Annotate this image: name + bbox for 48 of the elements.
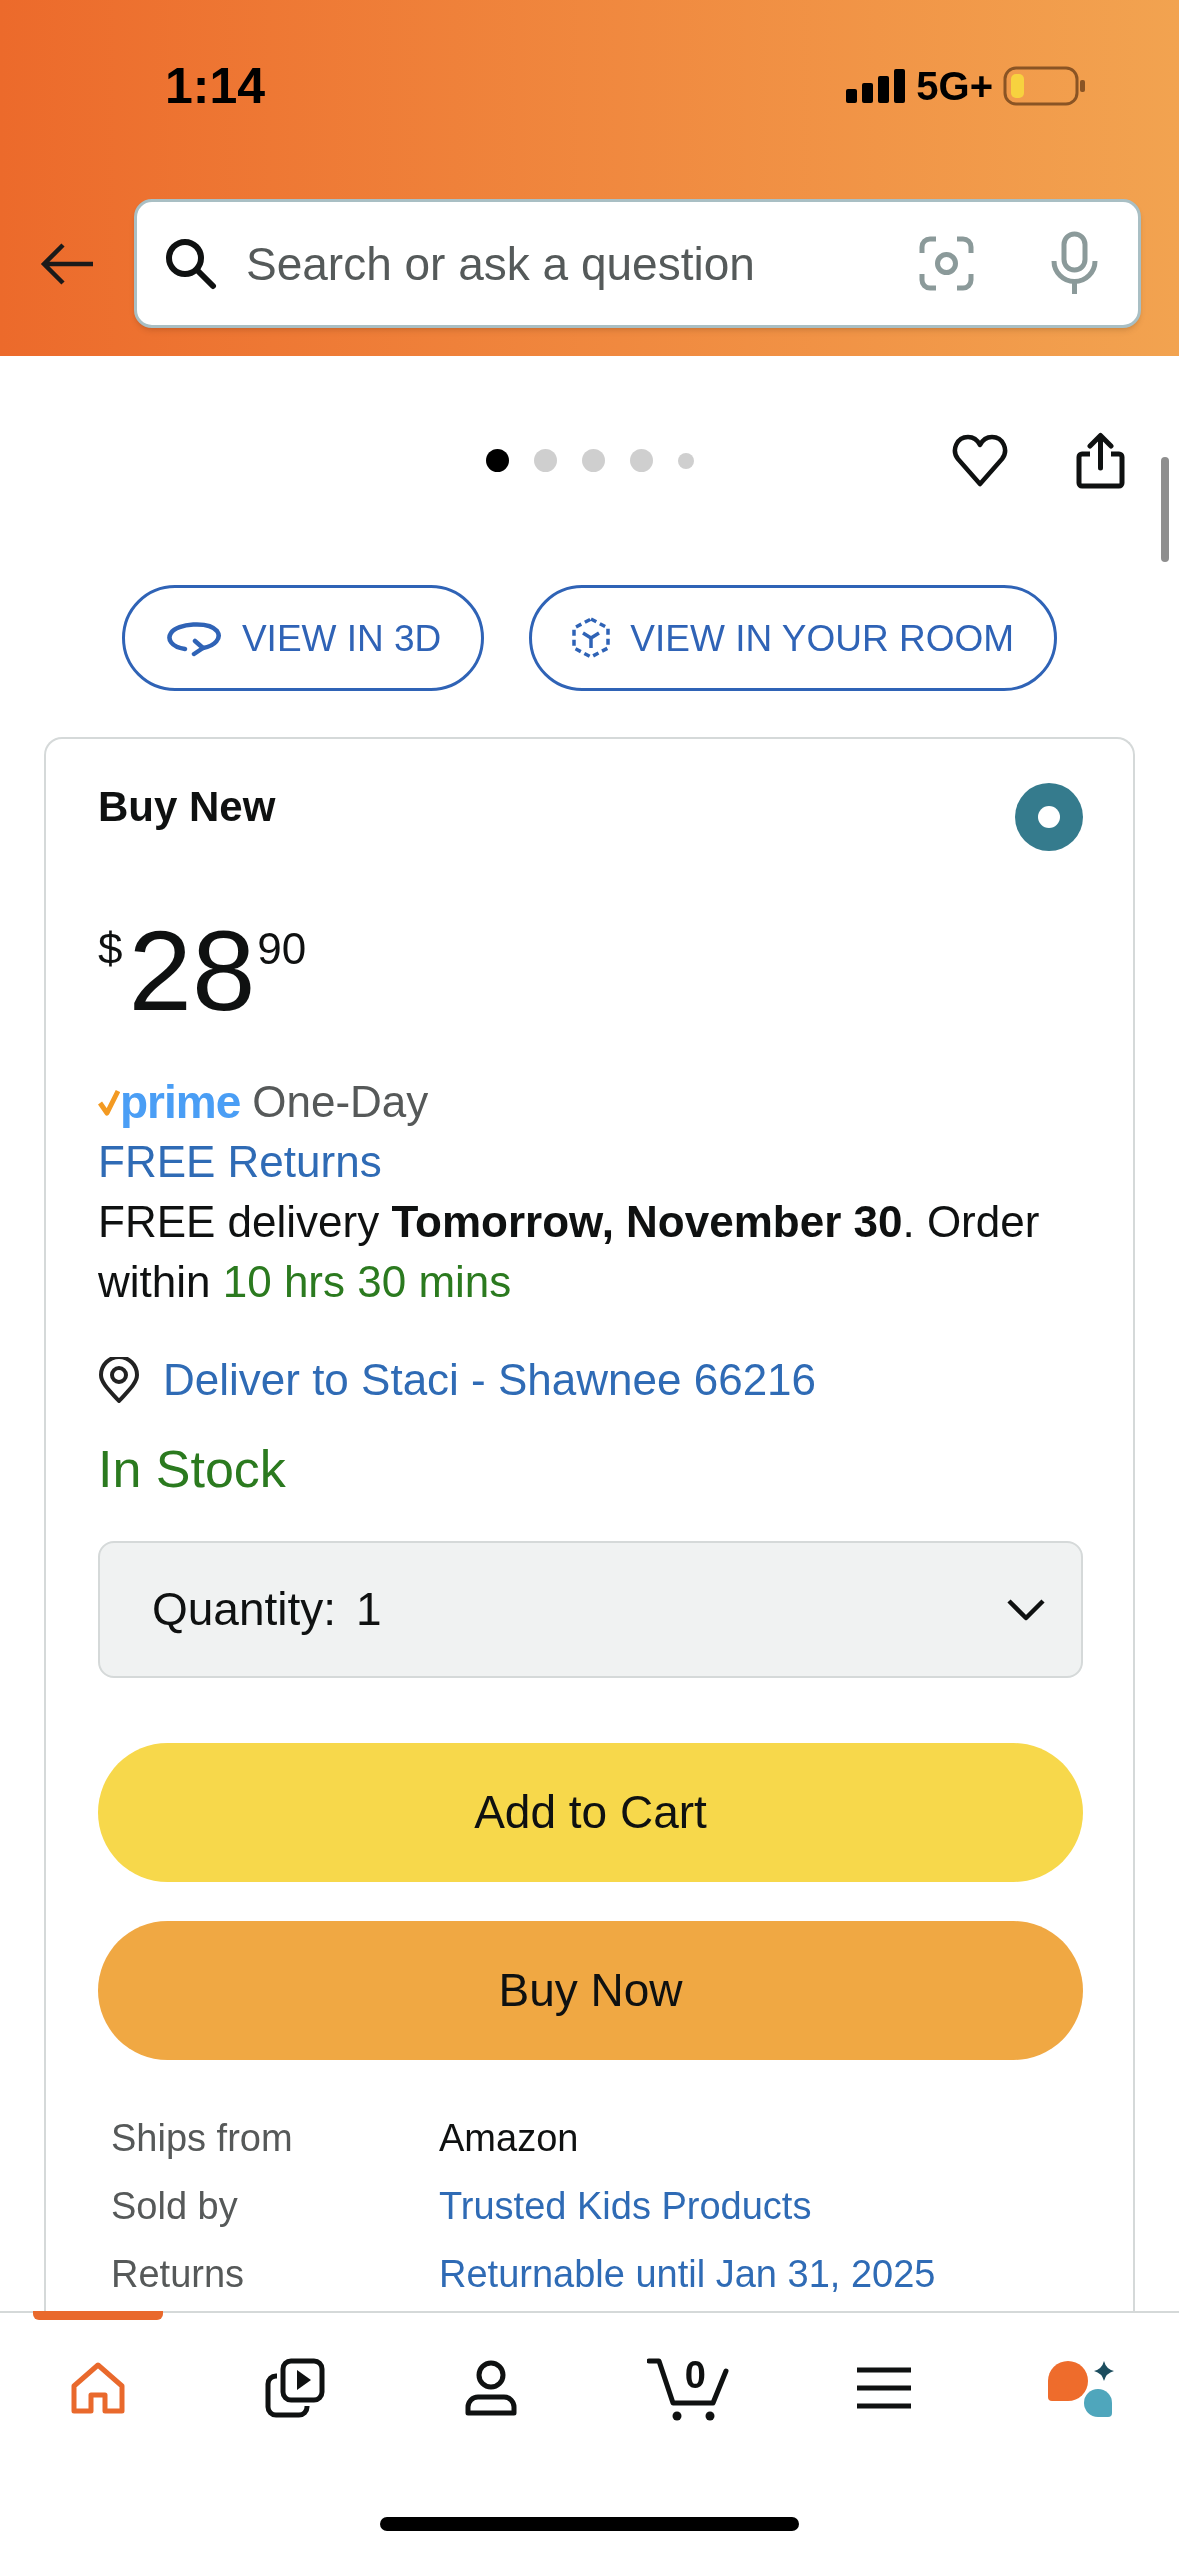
detail-label: Ships from (111, 2116, 293, 2161)
signal-icon (846, 69, 907, 103)
detail-label: Returns (111, 2252, 245, 2297)
video-icon (264, 2358, 325, 2418)
status-time: 1:14 (165, 61, 266, 111)
share-icon[interactable] (1076, 432, 1125, 489)
price-whole: 28 (128, 914, 256, 1028)
heart-icon[interactable] (951, 432, 1009, 489)
rotate-icon (164, 619, 222, 657)
detail-label: Sold by (111, 2184, 238, 2229)
scan-icon[interactable] (918, 235, 975, 292)
radio-button[interactable] (1015, 783, 1083, 851)
person-icon (464, 2360, 519, 2416)
detail-link[interactable]: Returnable until Jan 31, 2025 (439, 2240, 936, 2308)
menu-icon (857, 2367, 912, 2409)
buy-option-title: Buy New (98, 783, 276, 831)
delivery-speed: One-Day (252, 1076, 429, 1128)
chat-bubbles-icon (1046, 2359, 1116, 2417)
assistant-tab[interactable] (1046, 2359, 1116, 2417)
menu-tab[interactable] (857, 2367, 912, 2409)
location-pin-icon (98, 1357, 140, 1403)
checkmark-icon (98, 1088, 120, 1116)
cart-tab[interactable]: 0 (646, 2354, 729, 2422)
quantity-dropdown[interactable]: Quantity: 1 (98, 1541, 1083, 1678)
add-to-cart-button[interactable]: Add to Cart (98, 1743, 1083, 1882)
back-arrow-icon[interactable] (40, 241, 95, 286)
prime-logo: prime (120, 1075, 241, 1130)
account-tab[interactable] (464, 2360, 519, 2416)
video-tab[interactable] (264, 2358, 325, 2418)
price-currency: $ (98, 927, 123, 971)
home-tab[interactable] (70, 2362, 127, 2414)
search-icon (163, 236, 217, 290)
delivery-message: FREE delivery Tomorrow, November 30. Order within 10 hrs 30 mins (98, 1196, 1041, 1308)
view-in-3d-button[interactable]: VIEW IN 3D (121, 585, 485, 691)
view-in-room-button[interactable]: VIEW IN YOUR ROOM (529, 585, 1058, 691)
stock-status: In Stock (98, 1439, 286, 1500)
search-field[interactable]: Search or ask a question (134, 199, 1141, 328)
deliver-to-link[interactable]: Deliver to Staci - Shawnee 66216 (163, 1350, 817, 1410)
home-icon (70, 2362, 127, 2414)
buy-now-button[interactable]: Buy Now (98, 1921, 1083, 2060)
detail-value: Amazon (439, 2116, 579, 2161)
chevron-down-icon (1006, 1597, 1046, 1622)
detail-link[interactable]: Trusted Kids Products (439, 2172, 812, 2240)
price-fraction: 90 (257, 927, 307, 971)
cube-icon (572, 617, 611, 659)
network-type: 5G+ (916, 66, 993, 106)
battery-icon (1003, 66, 1085, 106)
free-returns-link[interactable]: FREE Returns (98, 1132, 382, 1192)
